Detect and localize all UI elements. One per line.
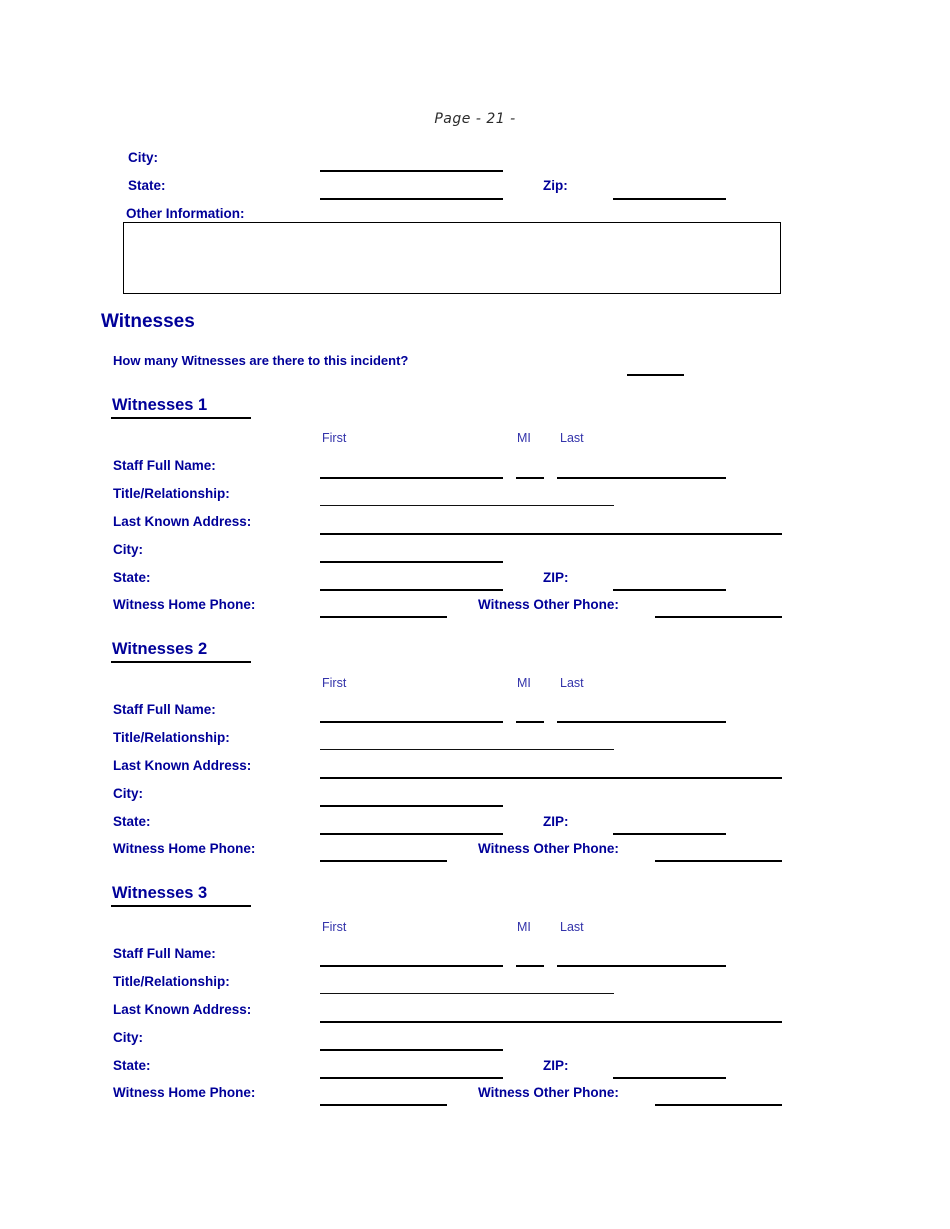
- witness-2-staff-full-name-label: Staff Full Name:: [113, 702, 216, 717]
- top-zip-label: Zip:: [543, 178, 568, 193]
- other-information-textarea[interactable]: [123, 222, 781, 294]
- witness-3-col-last: Last: [560, 920, 584, 934]
- top-state-label: State:: [128, 178, 166, 193]
- witness-3-home-phone-input-line[interactable]: [320, 1104, 447, 1106]
- witness-1-state-label: State:: [113, 570, 151, 585]
- witness-2-state-input-line[interactable]: [320, 833, 503, 835]
- witness-1-zip-label: ZIP:: [543, 570, 569, 585]
- witness-3-city-label: City:: [113, 1030, 143, 1045]
- witness-3-title-relationship-input-line[interactable]: [320, 993, 614, 994]
- witness-1-city-input-line[interactable]: [320, 561, 503, 563]
- witness-2-city-label: City:: [113, 786, 143, 801]
- form-page: Page - 21 - City: State: Zip: Other Info…: [0, 0, 950, 1229]
- witness-block-1-title-rule: [111, 417, 251, 419]
- witness-2-zip-input-line[interactable]: [613, 833, 726, 835]
- witness-2-other-phone-label: Witness Other Phone:: [478, 841, 619, 856]
- witness-3-last-name-input-line[interactable]: [557, 965, 726, 967]
- witness-2-mi-input-line[interactable]: [516, 721, 544, 723]
- witness-1-other-phone-label: Witness Other Phone:: [478, 597, 619, 612]
- witness-3-col-mi: MI: [517, 920, 531, 934]
- witness-2-state-label: State:: [113, 814, 151, 829]
- witness-1-staff-full-name-label: Staff Full Name:: [113, 458, 216, 473]
- witness-1-address-input-line[interactable]: [320, 533, 782, 535]
- witness-1-title-relationship-input-line[interactable]: [320, 505, 614, 506]
- witness-3-last-known-address-label: Last Known Address:: [113, 1002, 252, 1017]
- witness-2-home-phone-input-line[interactable]: [320, 860, 447, 862]
- witness-1-col-mi: MI: [517, 431, 531, 445]
- witness-2-zip-label: ZIP:: [543, 814, 569, 829]
- witness-1-title-relationship-label: Title/Relationship:: [113, 486, 230, 501]
- witness-1-city-label: City:: [113, 542, 143, 557]
- witness-3-state-input-line[interactable]: [320, 1077, 503, 1079]
- witness-3-zip-label: ZIP:: [543, 1058, 569, 1073]
- witness-2-col-last: Last: [560, 676, 584, 690]
- witness-2-home-phone-label: Witness Home Phone:: [113, 841, 256, 856]
- witness-3-first-name-input-line[interactable]: [320, 965, 503, 967]
- witness-block-3-title: Witnesses 3: [112, 884, 208, 902]
- witness-3-col-first: First: [322, 920, 347, 934]
- top-city-input-line[interactable]: [320, 170, 503, 172]
- witness-count-question: How many Witnesses are there to this inc…: [113, 353, 409, 368]
- witness-1-first-name-input-line[interactable]: [320, 477, 503, 479]
- witness-block-2-title: Witnesses 2: [112, 640, 208, 658]
- witness-3-other-phone-input-line[interactable]: [655, 1104, 782, 1106]
- witness-1-mi-input-line[interactable]: [516, 477, 544, 479]
- witness-block-2-title-rule: [111, 661, 251, 663]
- witness-1-home-phone-input-line[interactable]: [320, 616, 447, 618]
- top-zip-input-line[interactable]: [613, 198, 726, 200]
- witness-3-home-phone-label: Witness Home Phone:: [113, 1085, 256, 1100]
- witness-1-other-phone-input-line[interactable]: [655, 616, 782, 618]
- witness-3-staff-full-name-label: Staff Full Name:: [113, 946, 216, 961]
- witness-1-last-known-address-label: Last Known Address:: [113, 514, 252, 529]
- other-information-label: Other Information:: [126, 206, 245, 221]
- witness-3-other-phone-label: Witness Other Phone:: [478, 1085, 619, 1100]
- witness-3-title-relationship-label: Title/Relationship:: [113, 974, 230, 989]
- witness-block-1-title: Witnesses 1: [112, 396, 208, 414]
- witness-count-input-line[interactable]: [627, 374, 684, 376]
- witness-3-address-input-line[interactable]: [320, 1021, 782, 1023]
- top-state-input-line[interactable]: [320, 198, 503, 200]
- witness-1-state-input-line[interactable]: [320, 589, 503, 591]
- witness-2-city-input-line[interactable]: [320, 805, 503, 807]
- witness-3-zip-input-line[interactable]: [613, 1077, 726, 1079]
- witness-3-city-input-line[interactable]: [320, 1049, 503, 1051]
- witness-block-3-title-rule: [111, 905, 251, 907]
- witness-1-home-phone-label: Witness Home Phone:: [113, 597, 256, 612]
- witness-3-mi-input-line[interactable]: [516, 965, 544, 967]
- witness-2-title-relationship-label: Title/Relationship:: [113, 730, 230, 745]
- witness-2-first-name-input-line[interactable]: [320, 721, 503, 723]
- witness-1-zip-input-line[interactable]: [613, 589, 726, 591]
- witness-2-address-input-line[interactable]: [320, 777, 782, 779]
- top-city-label: City:: [128, 150, 158, 165]
- witness-2-title-relationship-input-line[interactable]: [320, 749, 614, 750]
- witness-2-last-known-address-label: Last Known Address:: [113, 758, 252, 773]
- witness-2-col-first: First: [322, 676, 347, 690]
- witness-3-state-label: State:: [113, 1058, 151, 1073]
- page-number: Page - 21 -: [434, 111, 516, 127]
- witness-2-col-mi: MI: [517, 676, 531, 690]
- witness-2-other-phone-input-line[interactable]: [655, 860, 782, 862]
- witness-1-col-last: Last: [560, 431, 584, 445]
- witness-1-col-first: First: [322, 431, 347, 445]
- witness-1-last-name-input-line[interactable]: [557, 477, 726, 479]
- witnesses-section-title: Witnesses: [101, 311, 195, 332]
- witness-2-last-name-input-line[interactable]: [557, 721, 726, 723]
